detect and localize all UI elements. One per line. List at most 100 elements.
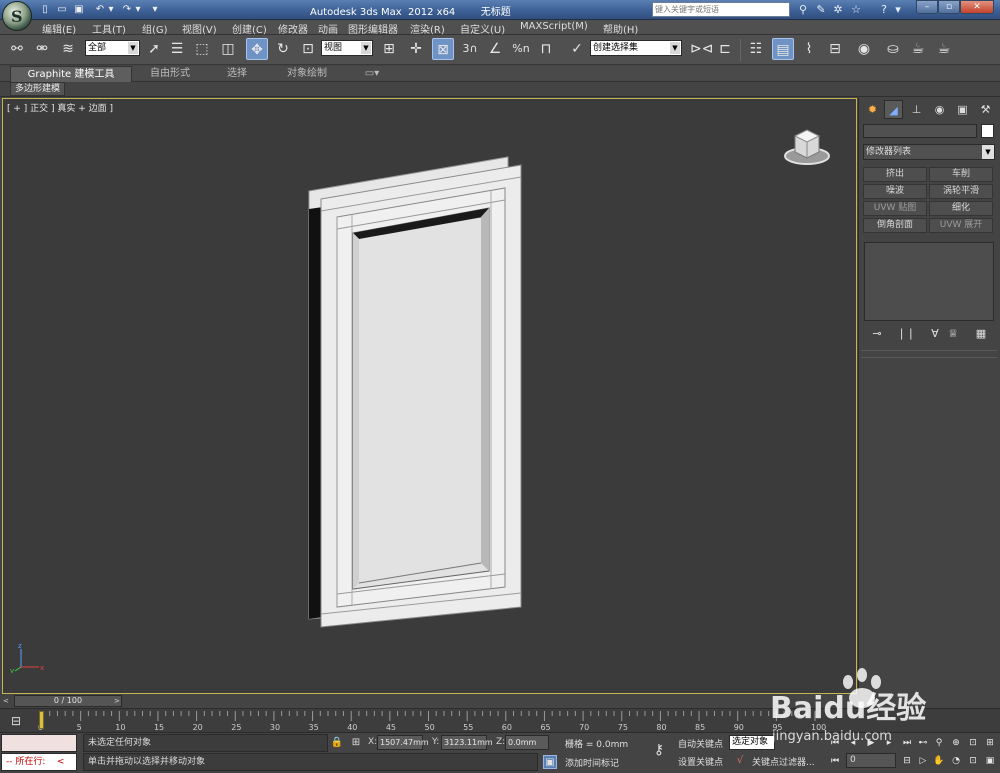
- menu-group[interactable]: 组(G): [142, 21, 168, 36]
- turbosmooth-button[interactable]: 涡轮平滑: [929, 184, 993, 199]
- close-button[interactable]: ✕: [960, 0, 994, 14]
- menu-create[interactable]: 创建(C): [232, 21, 267, 36]
- key-mode-toggle-icon[interactable]: ⊷: [916, 736, 930, 750]
- ribbon-options-icon[interactable]: ▭▾: [360, 66, 384, 82]
- menu-customize[interactable]: 自定义(U): [460, 21, 505, 36]
- pin-stack-icon[interactable]: ⊸: [869, 326, 885, 342]
- align-icon[interactable]: ⊏: [714, 38, 736, 60]
- time-slider-thumb[interactable]: 0 / 100: [14, 695, 122, 707]
- rectangular-selection-icon[interactable]: ⬚: [191, 38, 213, 60]
- help-dropdown-icon[interactable]: ▾: [890, 2, 906, 18]
- field-of-view-icon[interactable]: ▷: [916, 754, 930, 768]
- display-tab-icon[interactable]: ▣: [953, 100, 972, 119]
- schematic-view-icon[interactable]: ⊟: [824, 38, 846, 60]
- maxscript-listener[interactable]: [1, 734, 77, 752]
- graphite-toggle-icon[interactable]: ▤: [772, 38, 794, 60]
- remove-modifier-icon[interactable]: ♕: [945, 326, 961, 342]
- keyboard-shortcut-override-icon[interactable]: ⊠: [432, 38, 454, 60]
- zoom-extents-icon[interactable]: ⊡: [966, 736, 980, 750]
- x-coord-field[interactable]: 1507.47mm: [377, 735, 429, 750]
- render-setup-icon[interactable]: ⛀: [882, 38, 904, 60]
- favorites-star-icon[interactable]: ☆: [848, 2, 864, 18]
- extrude-button[interactable]: 挤出: [863, 167, 927, 182]
- menu-help[interactable]: 帮助(H): [603, 21, 638, 36]
- communication-icon[interactable]: ✲: [830, 2, 846, 18]
- perspective-viewport[interactable]: [ + ] 正交 ] 真实 + 边面 ] z x y: [2, 98, 857, 694]
- select-by-name-icon[interactable]: ☰: [166, 38, 188, 60]
- menu-views[interactable]: 视图(V): [182, 21, 217, 36]
- select-and-rotate-icon[interactable]: ↻: [272, 38, 294, 60]
- lock-selection-icon[interactable]: 🔒: [330, 736, 344, 750]
- zoom-extents-all-icon[interactable]: ⊞: [983, 736, 997, 750]
- viewport-toggle-icon[interactable]: ▣: [983, 754, 997, 768]
- unwrap-uvw-button[interactable]: UVW 展开: [929, 218, 993, 233]
- time-configuration-icon[interactable]: ⊟: [900, 754, 914, 768]
- spinner-snap-icon[interactable]: ⊓: [535, 38, 557, 60]
- link-icon[interactable]: ⚯: [6, 38, 28, 60]
- maximize-button[interactable]: ▫: [938, 0, 960, 14]
- lathe-button[interactable]: 车削: [929, 167, 993, 182]
- undo-dropdown-icon[interactable]: ▾: [104, 3, 118, 16]
- curve-editor-icon[interactable]: ⌇: [798, 38, 820, 60]
- go-to-end-icon[interactable]: ⏭: [900, 736, 914, 750]
- open-file-icon[interactable]: ▭: [55, 3, 69, 16]
- track-bar[interactable]: ⊟ 05101520253035404550556065707580859095…: [0, 708, 1000, 732]
- rendered-frame-icon[interactable]: ☕: [907, 38, 929, 60]
- menu-rendering[interactable]: 渲染(R): [410, 21, 445, 36]
- play-icon[interactable]: ▶: [864, 736, 878, 750]
- key-filters-button[interactable]: 关键点过滤器...: [752, 755, 815, 768]
- create-tab-icon[interactable]: ✹: [863, 100, 882, 119]
- viewcube[interactable]: [783, 124, 831, 168]
- layer-manager-icon[interactable]: ☷: [745, 38, 767, 60]
- edit-named-selection-icon[interactable]: ✓: [566, 38, 588, 60]
- reference-coord-dropdown[interactable]: 视图 ▼: [321, 40, 373, 56]
- zoom-icon[interactable]: ⚲: [932, 736, 946, 750]
- time-slider[interactable]: < 0 / 100 >: [0, 695, 1000, 707]
- pivot-center-icon[interactable]: ⊞: [378, 38, 400, 60]
- tab-graphite-modeling[interactable]: Graphite 建模工具: [10, 66, 132, 82]
- select-object-icon[interactable]: ➚: [143, 38, 165, 60]
- mirror-icon[interactable]: ⊳⊲: [690, 38, 713, 60]
- tessellate-button[interactable]: 细化: [929, 201, 993, 216]
- y-coord-field[interactable]: 3123.11mm: [441, 735, 493, 750]
- time-tag-icon[interactable]: ▣: [543, 755, 557, 769]
- tab-object-paint[interactable]: 对象绘制: [276, 66, 338, 82]
- object-name-field[interactable]: [863, 124, 977, 138]
- menu-maxscript[interactable]: MAXScript(M): [520, 21, 588, 32]
- menu-animation[interactable]: 动画: [318, 21, 338, 36]
- utilities-tab-icon[interactable]: ⚒: [976, 100, 995, 119]
- quick-access-menu-icon[interactable]: ▾: [148, 3, 162, 16]
- menu-graph-editors[interactable]: 图形编辑器: [348, 21, 398, 36]
- maxscript-run-line[interactable]: -- 所在行: <: [1, 753, 77, 771]
- selection-filter-dropdown[interactable]: 全部 ▼: [85, 40, 140, 56]
- select-and-manipulate-icon[interactable]: ✛: [405, 38, 427, 60]
- zoom-all-icon[interactable]: ⊕: [949, 736, 963, 750]
- prev-frame-arrow-icon[interactable]: <: [3, 695, 11, 707]
- go-to-start-icon[interactable]: ⏮: [828, 736, 842, 750]
- render-production-icon[interactable]: ☕: [933, 38, 955, 60]
- auto-key-button[interactable]: 自动关键点: [678, 737, 723, 750]
- make-unique-icon[interactable]: ∀: [927, 326, 943, 342]
- app-logo-button[interactable]: S: [2, 1, 32, 31]
- bevel-profile-button[interactable]: 倒角剖面: [863, 218, 927, 233]
- angle-snap-icon[interactable]: ∠: [484, 38, 506, 60]
- object-color-swatch[interactable]: [981, 124, 994, 138]
- modifier-stack[interactable]: [864, 242, 994, 321]
- add-time-tag-button[interactable]: 添加时间标记: [565, 756, 619, 769]
- hierarchy-tab-icon[interactable]: ⊥: [907, 100, 926, 119]
- motion-tab-icon[interactable]: ◉: [930, 100, 949, 119]
- modify-tab-icon[interactable]: ◢: [884, 100, 903, 119]
- next-frame-arrow-icon[interactable]: >: [114, 695, 122, 707]
- save-file-icon[interactable]: ▣: [72, 3, 86, 16]
- tab-freeform[interactable]: 自由形式: [140, 66, 200, 82]
- named-selection-dropdown[interactable]: 创建选择集 ▼: [590, 40, 682, 56]
- uvw-map-button[interactable]: UVW 贴图: [863, 201, 927, 216]
- menu-tools[interactable]: 工具(T): [92, 21, 126, 36]
- minimize-button[interactable]: –: [916, 0, 938, 14]
- subscription-icon[interactable]: ✎: [813, 2, 829, 18]
- modifier-list-dropdown[interactable]: 修改器列表 ▼: [863, 144, 995, 160]
- key-filter-icon[interactable]: √: [733, 754, 747, 768]
- time-cursor[interactable]: [39, 711, 44, 729]
- polygon-modeling-panel[interactable]: 多边形建模: [10, 82, 66, 96]
- set-key-button[interactable]: 设置关键点: [678, 755, 723, 768]
